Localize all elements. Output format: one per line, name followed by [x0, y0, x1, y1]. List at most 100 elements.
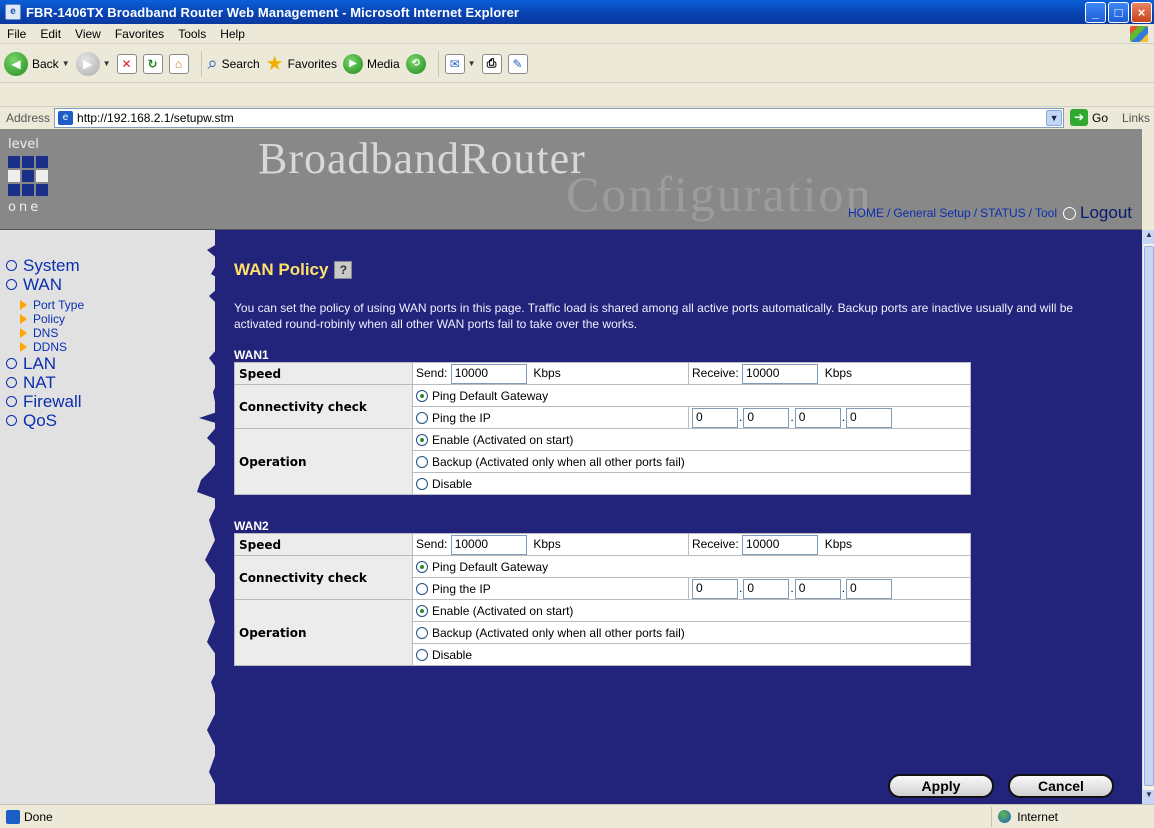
wan1-ping-ip-option[interactable]: Ping the IP — [412, 406, 689, 429]
help-icon[interactable]: ? — [334, 261, 353, 279]
menu-tools[interactable]: Tools — [171, 27, 213, 41]
radio-checked-icon[interactable] — [416, 390, 428, 403]
print-button[interactable]: ⎙ — [481, 53, 502, 74]
address-dropdown-icon[interactable]: ▼ — [1046, 109, 1063, 126]
sidebar-sub-ddns[interactable]: DDNS — [20, 340, 84, 354]
wan2-ip-octet-3[interactable]: 0 — [794, 578, 841, 599]
radio-unchecked-icon[interactable] — [416, 627, 428, 640]
refresh-button[interactable]: ↻ — [142, 53, 163, 74]
sidebar-item-qos[interactable]: QoS — [6, 411, 84, 430]
apply-button[interactable]: Apply — [888, 774, 994, 798]
forward-button[interactable]: ▶ ▼ — [75, 51, 111, 76]
menu-view[interactable]: View — [68, 27, 108, 41]
wan2-op-backup-option[interactable]: Backup (Activated only when all other po… — [412, 621, 971, 644]
radio-checked-icon[interactable] — [416, 561, 428, 574]
radio-unchecked-icon[interactable] — [416, 649, 428, 662]
wan1-ping-gateway-option[interactable]: Ping Default Gateway — [412, 384, 971, 407]
address-url: http://192.168.2.1/setupw.stm — [77, 110, 234, 125]
wan2-send-input[interactable]: 10000 — [450, 534, 527, 555]
radio-unchecked-icon[interactable] — [416, 456, 428, 469]
wan2-ip-octet-2[interactable]: 0 — [743, 578, 790, 599]
close-button[interactable]: × — [1131, 2, 1152, 23]
scroll-down-icon[interactable]: ▼ — [1143, 790, 1154, 804]
search-button[interactable]: ⌕ Search — [208, 53, 260, 74]
stop-button[interactable]: ✕ — [116, 53, 137, 74]
wan1-conn-label: Connectivity check — [234, 384, 413, 429]
logout-button[interactable]: Logout — [1063, 203, 1132, 223]
wan1-ip-octet-1[interactable]: 0 — [692, 407, 738, 428]
radio-unchecked-icon[interactable] — [416, 478, 428, 491]
menu-help[interactable]: Help — [213, 27, 252, 41]
sidebar-item-system[interactable]: System — [6, 256, 84, 275]
vertical-scrollbar[interactable]: ▲ ▼ — [1142, 230, 1154, 804]
sidebar-sub-policy[interactable]: Policy — [20, 312, 84, 326]
wan1-ip-octet-2[interactable]: 0 — [743, 407, 790, 428]
wan2-ping-gateway-option[interactable]: Ping Default Gateway — [412, 555, 971, 578]
wan2-receive-input[interactable]: 10000 — [742, 534, 819, 555]
radio-checked-icon[interactable] — [416, 434, 428, 447]
wan2-op-enable-option[interactable]: Enable (Activated on start) — [412, 599, 971, 622]
radio-unchecked-icon[interactable] — [416, 583, 428, 596]
mail-button[interactable]: ✉ ▼ — [444, 53, 476, 74]
forward-arrow-icon: ▶ — [75, 51, 100, 76]
sidebar-item-firewall[interactable]: Firewall — [6, 392, 84, 411]
menu-favorites[interactable]: Favorites — [108, 27, 171, 41]
history-button[interactable]: ⟲ — [405, 53, 426, 74]
wan2-ip-octet-1[interactable]: 0 — [692, 578, 738, 599]
wan2-op-disable-option[interactable]: Disable — [412, 643, 971, 666]
nav-home-link[interactable]: HOME — [848, 206, 884, 220]
edit-button[interactable]: ✎ — [507, 53, 528, 74]
links-button[interactable]: Links — [1122, 111, 1150, 125]
print-icon: ⎙ — [481, 53, 502, 74]
wan2-ping-ip-option[interactable]: Ping the IP — [412, 577, 689, 600]
sidebar-sub-port-type[interactable]: Port Type — [20, 298, 84, 312]
sidebar-nav: System WAN Port Type Policy DNS DDNS LAN… — [6, 256, 84, 430]
mail-dropdown-icon[interactable]: ▼ — [468, 59, 476, 68]
wan2-op-label: Operation — [234, 599, 413, 666]
favorites-button[interactable]: ★ Favorites — [266, 51, 337, 76]
menu-file[interactable]: File — [0, 27, 33, 41]
media-button[interactable]: ▶ Media — [342, 53, 400, 74]
back-dropdown-icon[interactable]: ▼ — [62, 59, 70, 68]
nav-general-setup-link[interactable]: General Setup — [893, 206, 970, 220]
wan2-conn-label: Connectivity check — [234, 555, 413, 600]
sidebar-item-wan[interactable]: WAN — [6, 275, 84, 294]
menu-edit[interactable]: Edit — [33, 27, 68, 41]
scroll-up-icon[interactable]: ▲ — [1143, 230, 1154, 244]
address-input[interactable]: e http://192.168.2.1/setupw.stm ▼ — [54, 107, 1065, 128]
nav-tool-link[interactable]: Tool — [1035, 206, 1057, 220]
radio-unchecked-icon[interactable] — [416, 412, 428, 425]
nav-status-link[interactable]: STATUS — [980, 206, 1026, 220]
scroll-thumb[interactable] — [1144, 246, 1154, 786]
title-bar: e FBR-1406TX Broadband Router Web Manage… — [0, 0, 1154, 24]
wan1-op-disable-option[interactable]: Disable — [412, 472, 971, 495]
page-description: You can set the policy of using WAN port… — [234, 301, 1074, 331]
wan1-ip-octet-3[interactable]: 0 — [794, 407, 841, 428]
menu-bar: File Edit View Favorites Tools Help — [0, 24, 1154, 44]
wan1-receive-input[interactable]: 10000 — [742, 363, 819, 384]
radio-circle-icon — [6, 396, 17, 407]
radio-circle-icon — [6, 260, 17, 271]
sidebar-sub-dns[interactable]: DNS — [20, 326, 84, 340]
home-button[interactable]: ⌂ — [168, 53, 189, 74]
address-label: Address — [6, 110, 51, 125]
radio-checked-icon[interactable] — [416, 605, 428, 618]
arrow-right-icon — [20, 328, 27, 338]
windows-logo-icon — [1130, 26, 1148, 42]
wan1-op-backup-option[interactable]: Backup (Activated only when all other po… — [412, 450, 971, 473]
wan1-op-enable-option[interactable]: Enable (Activated on start) — [412, 428, 971, 451]
sidebar-item-nat[interactable]: NAT — [6, 373, 84, 392]
wan1-ip-octet-4[interactable]: 0 — [846, 407, 893, 428]
cancel-button[interactable]: Cancel — [1008, 774, 1114, 798]
wan1-speed-label: Speed — [234, 362, 413, 385]
go-button[interactable]: ➔ Go — [1070, 109, 1108, 126]
sidebar-item-lan[interactable]: LAN — [6, 354, 84, 373]
maximize-button[interactable]: □ — [1108, 2, 1129, 23]
wan2-table: Speed Send: 10000 Kbps Receive: 10000 Kb… — [234, 533, 971, 666]
refresh-icon: ↻ — [142, 53, 163, 74]
wan1-send-input[interactable]: 10000 — [450, 363, 527, 384]
back-button[interactable]: ◀ Back ▼ — [4, 51, 70, 76]
minimize-button[interactable]: _ — [1085, 2, 1106, 23]
forward-dropdown-icon[interactable]: ▼ — [103, 59, 111, 68]
wan2-ip-octet-4[interactable]: 0 — [846, 578, 893, 599]
